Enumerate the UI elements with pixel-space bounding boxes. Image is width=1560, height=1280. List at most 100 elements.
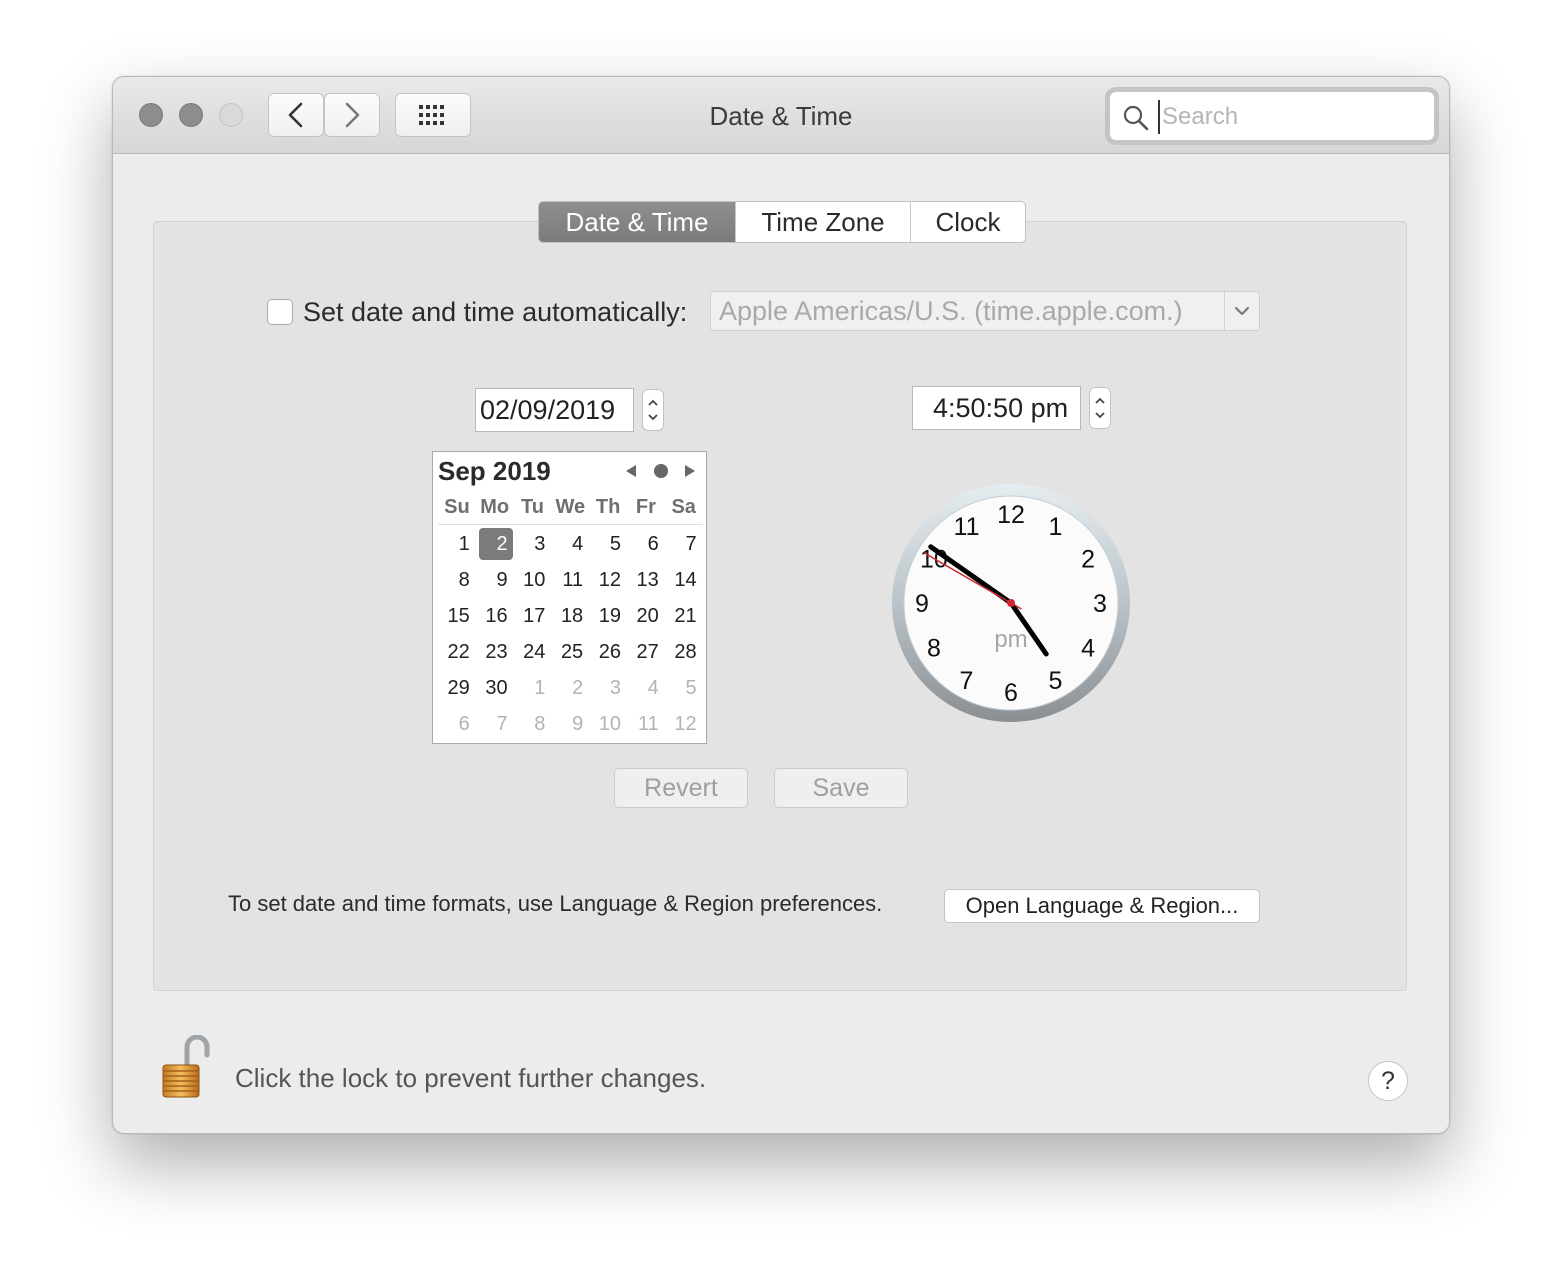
clock-numeral: 5 [1049,667,1063,695]
calendar-day-number: 6 [458,713,470,735]
weekday-label: We [555,496,586,518]
calendar-day[interactable]: 27 [627,636,665,672]
calendar-day[interactable]: 22 [438,636,476,672]
calendar-day[interactable]: 1 [514,672,552,708]
search-input[interactable] [1158,100,1424,134]
tab-clock[interactable]: Clock [911,202,1025,242]
calendar-day[interactable]: 3 [589,672,627,708]
calendar-day-number: 9 [496,569,508,591]
preferences-window: Date & Time Date & Time Time Zone Clock … [112,76,1450,1134]
calendar-day[interactable]: 20 [627,600,665,636]
clock-numeral: 11 [954,513,980,541]
stepper-arrows-icon [1095,397,1105,419]
calendar-day[interactable]: 30 [476,672,514,708]
calendar-day[interactable]: 3 [514,528,552,564]
calendar-day-number: 23 [485,641,508,663]
calendar-day[interactable]: 13 [627,564,665,600]
calendar-day-number: 3 [534,533,546,555]
help-button[interactable]: ? [1368,1061,1408,1101]
lock-message: Click the lock to prevent further change… [235,1063,707,1093]
calendar-day-number: 8 [534,713,546,735]
calendar-day[interactable]: 8 [438,564,476,600]
calendar-day-number: 7 [685,533,697,555]
calendar-day[interactable]: 8 [514,708,552,744]
calendar-day[interactable]: 9 [551,708,589,744]
time-server-select[interactable]: Apple Americas/U.S. (time.apple.com.) [710,291,1260,331]
calendar-day[interactable]: 28 [665,636,703,672]
today-dot-icon[interactable] [652,462,670,480]
open-language-region-button[interactable]: Open Language & Region... [944,889,1260,923]
calendar-day[interactable]: 11 [627,708,665,744]
calendar-day-number: 14 [674,569,697,591]
calendar-day[interactable]: 1 [438,528,476,564]
tab-time-zone[interactable]: Time Zone [736,202,911,242]
tab-date-time[interactable]: Date & Time [539,202,736,242]
calendar-day[interactable]: 29 [438,672,476,708]
calendar-day[interactable]: 10 [514,564,552,600]
calendar-day-number: 11 [638,713,659,735]
calendar-day-number: 25 [560,641,584,663]
save-button[interactable]: Save [774,768,908,808]
calendar-day[interactable]: 25 [551,636,589,672]
calendar-day-number: 27 [636,641,659,663]
calendar-day[interactable]: 18 [551,600,589,636]
previous-month-icon[interactable] [623,462,641,480]
time-stepper[interactable] [1089,387,1111,429]
calendar-day[interactable]: 6 [438,708,476,744]
calendar-day-number: 2 [496,533,508,555]
set-automatically-checkbox[interactable] [267,299,293,325]
calendar-day-number: 3 [609,677,621,699]
calendar-day[interactable]: 17 [514,600,552,636]
calendar-day[interactable]: 7 [665,528,703,564]
calendar-day-number: 22 [447,641,470,663]
calendar-day[interactable]: 12 [589,564,627,600]
calendar-day[interactable]: 21 [665,600,703,636]
date-input[interactable]: 02/09/2019 [475,388,634,432]
weekday-label: Fr [635,496,656,518]
calendar-day-number: 10 [523,569,546,591]
calendar-day[interactable]: 23 [476,636,514,672]
calendar-weekday-header: Su Mo Tu We Th Fr Sa [438,496,703,525]
calendar-day[interactable]: 10 [589,708,627,744]
time-input[interactable]: 4:50:50 pm [912,386,1081,430]
calendar-day[interactable]: 26 [589,636,627,672]
unlocked-padlock-icon[interactable] [159,1035,215,1101]
calendar-day-number: 18 [560,605,584,627]
calendar-day[interactable]: 4 [627,672,665,708]
calendar-day[interactable]: 12 [665,708,703,744]
clock-numeral: 8 [927,635,941,663]
calendar-day[interactable]: 2 [551,672,589,708]
calendar-day-number: 16 [485,605,508,627]
calendar-day-number: 7 [496,713,508,735]
next-month-icon[interactable] [680,462,698,480]
revert-button[interactable]: Revert [614,768,748,808]
calendar-day[interactable]: 9 [476,564,514,600]
calendar-day[interactable]: 24 [514,636,552,672]
calendar-day-number: 12 [598,569,621,591]
calendar-day-number: 28 [674,641,697,663]
calendar-day-number: 21 [674,605,697,627]
calendar-month-label: Sep 2019 [438,456,551,486]
calendar-day-number: 9 [572,713,584,735]
calendar-day-number: 19 [598,605,621,627]
calendar-day[interactable]: 19 [589,600,627,636]
date-stepper[interactable] [642,389,664,431]
calendar-day[interactable]: 15 [438,600,476,636]
calendar-day-number: 29 [447,677,470,699]
calendar-day[interactable]: 6 [627,528,665,564]
calendar-day[interactable]: 5 [665,672,703,708]
clock-numeral: 4 [1081,635,1095,663]
calendar-day[interactable]: 16 [476,600,514,636]
calendar-day[interactable]: 11 [551,564,589,600]
calendar-day[interactable]: 5 [589,528,627,564]
formats-note: To set date and time formats, use Langua… [228,891,883,916]
calendar-day[interactable]: 4 [551,528,589,564]
clock-numeral: 9 [915,590,929,618]
search-field[interactable] [1109,91,1435,141]
calendar-day[interactable]: 7 [476,708,514,744]
tab-bar: Date & Time Time Zone Clock [538,201,1026,243]
calendar-day[interactable]: 14 [665,564,703,600]
calendar-day-selected[interactable]: 2 [476,528,514,564]
calendar-day-number: 11 [562,569,584,591]
clock-numeral: 12 [997,501,1025,529]
